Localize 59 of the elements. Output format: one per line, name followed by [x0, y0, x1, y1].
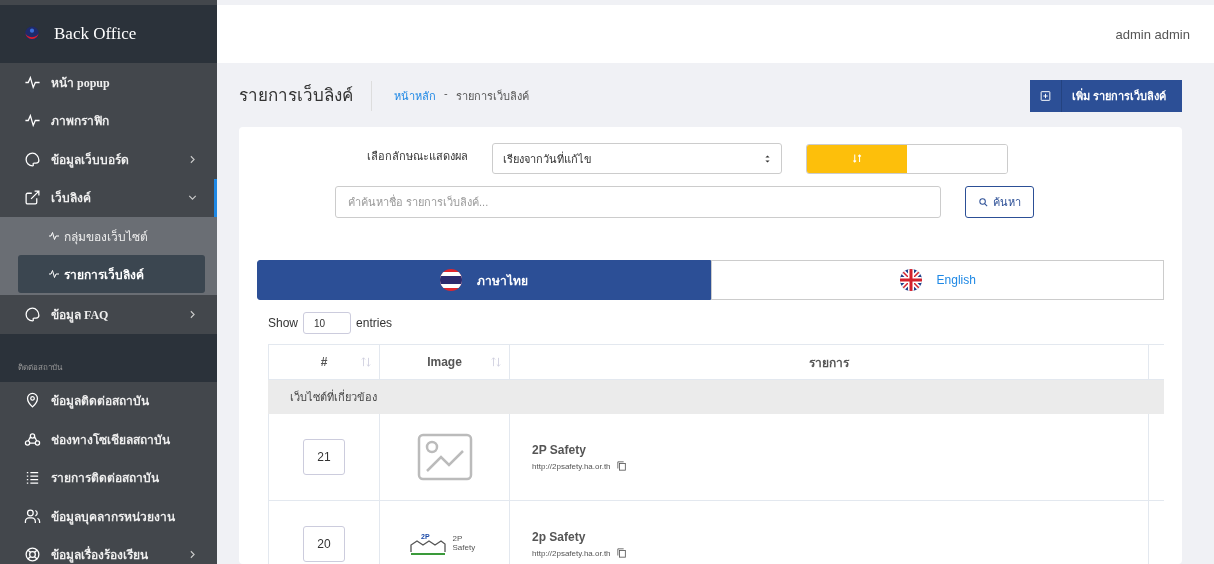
location-pin-icon	[24, 392, 41, 410]
sidebar-item[interactable]: ข้อมูลเว็บบอร์ด	[0, 140, 217, 179]
column-header[interactable]: รายการ	[509, 345, 1148, 379]
language-tab[interactable]: English	[710, 260, 1164, 300]
brand-title: Back Office	[54, 24, 137, 44]
search-field[interactable]: คำค้นหาชื่อ รายการเว็บลิงค์...	[335, 186, 941, 218]
link-url: http://2psafety.ha.or.th	[532, 548, 611, 558]
group-row: เว็บไซต์ที่เกี่ยวข้อง	[268, 380, 1164, 414]
entries-label: entries	[356, 316, 393, 330]
sidebar-item[interactable]: ข้อมูลเรื่องร้องเรียน	[0, 535, 217, 564]
display-mode-label: เลือกลักษณะแสดงผล	[367, 149, 469, 164]
share-icon	[24, 430, 41, 448]
pulse-icon	[48, 268, 60, 280]
toggle-segment[interactable]	[807, 144, 907, 173]
link-url: http://2psafety.ha.or.th	[532, 461, 611, 471]
flag-icon	[439, 268, 464, 292]
column-header[interactable]: #	[268, 345, 379, 379]
sidebar-item[interactable]: รายการติดต่อสถาบัน	[0, 458, 217, 497]
sidebar-item[interactable]: ภาพกราฟิก	[0, 101, 217, 140]
image-placeholder-icon	[416, 433, 473, 481]
users-icon	[24, 507, 41, 525]
sort-select[interactable]: เรียงจากวันที่แก้ไข	[492, 143, 782, 174]
sort-order-switch[interactable]	[806, 143, 1008, 174]
add-button[interactable]: เพิ่ม รายการเว็บลิงค์	[1029, 80, 1182, 112]
entries-field[interactable]: 10	[303, 312, 352, 334]
link-title: 2P Safety	[532, 443, 586, 457]
sort-icon	[361, 357, 371, 367]
show-label: Show	[268, 316, 299, 330]
breadcrumb-text: รายการเว็บลิงค์	[455, 88, 529, 104]
language-tab[interactable]: ภาษาไทย	[257, 260, 711, 300]
flag-icon	[898, 268, 923, 292]
sort-icon	[851, 153, 863, 164]
order-field[interactable]: 20	[303, 526, 345, 562]
external-link-icon	[24, 189, 41, 207]
lifebuoy-icon	[24, 546, 41, 564]
copy-icon[interactable]	[616, 548, 627, 558]
user-name[interactable]: admin admin	[1115, 26, 1190, 42]
breadcrumb-text: -	[444, 87, 448, 101]
sidebar-item[interactable]: หน้า popup	[0, 63, 217, 102]
sort-icon	[491, 357, 501, 367]
sidebar-item[interactable]: ช่องทางโซเชียลสถาบัน	[0, 420, 217, 459]
search-icon	[978, 196, 989, 208]
sidebar-item[interactable]: เว็บลิงค์	[0, 178, 217, 217]
section-heading: ติดต่อสถาบัน	[18, 361, 62, 374]
sort-arrows-icon	[764, 153, 771, 164]
sidebar-item[interactable]: ข้อมูล FAQ	[0, 295, 217, 334]
sidebar-item[interactable]: ข้อมูลติดต่อสถาบัน	[0, 381, 217, 420]
pulse-icon	[48, 230, 60, 242]
column-header[interactable]: Image	[379, 345, 509, 379]
pulse-icon	[24, 73, 41, 91]
search-button[interactable]: ค้นหา	[965, 186, 1034, 218]
submenu-item[interactable]: รายการเว็บลิงค์	[18, 255, 205, 293]
list-icon	[24, 469, 41, 487]
link-title: 2p Safety	[532, 530, 586, 544]
copy-icon[interactable]	[616, 461, 627, 471]
order-field[interactable]: 21	[303, 439, 345, 475]
sidebar-item[interactable]: ข้อมูลบุคลากรหน่วยงาน	[0, 497, 217, 536]
page-title: รายการเว็บลิงค์	[239, 81, 372, 111]
submenu-item[interactable]: กลุ่มของเว็บไซต์	[18, 217, 205, 255]
